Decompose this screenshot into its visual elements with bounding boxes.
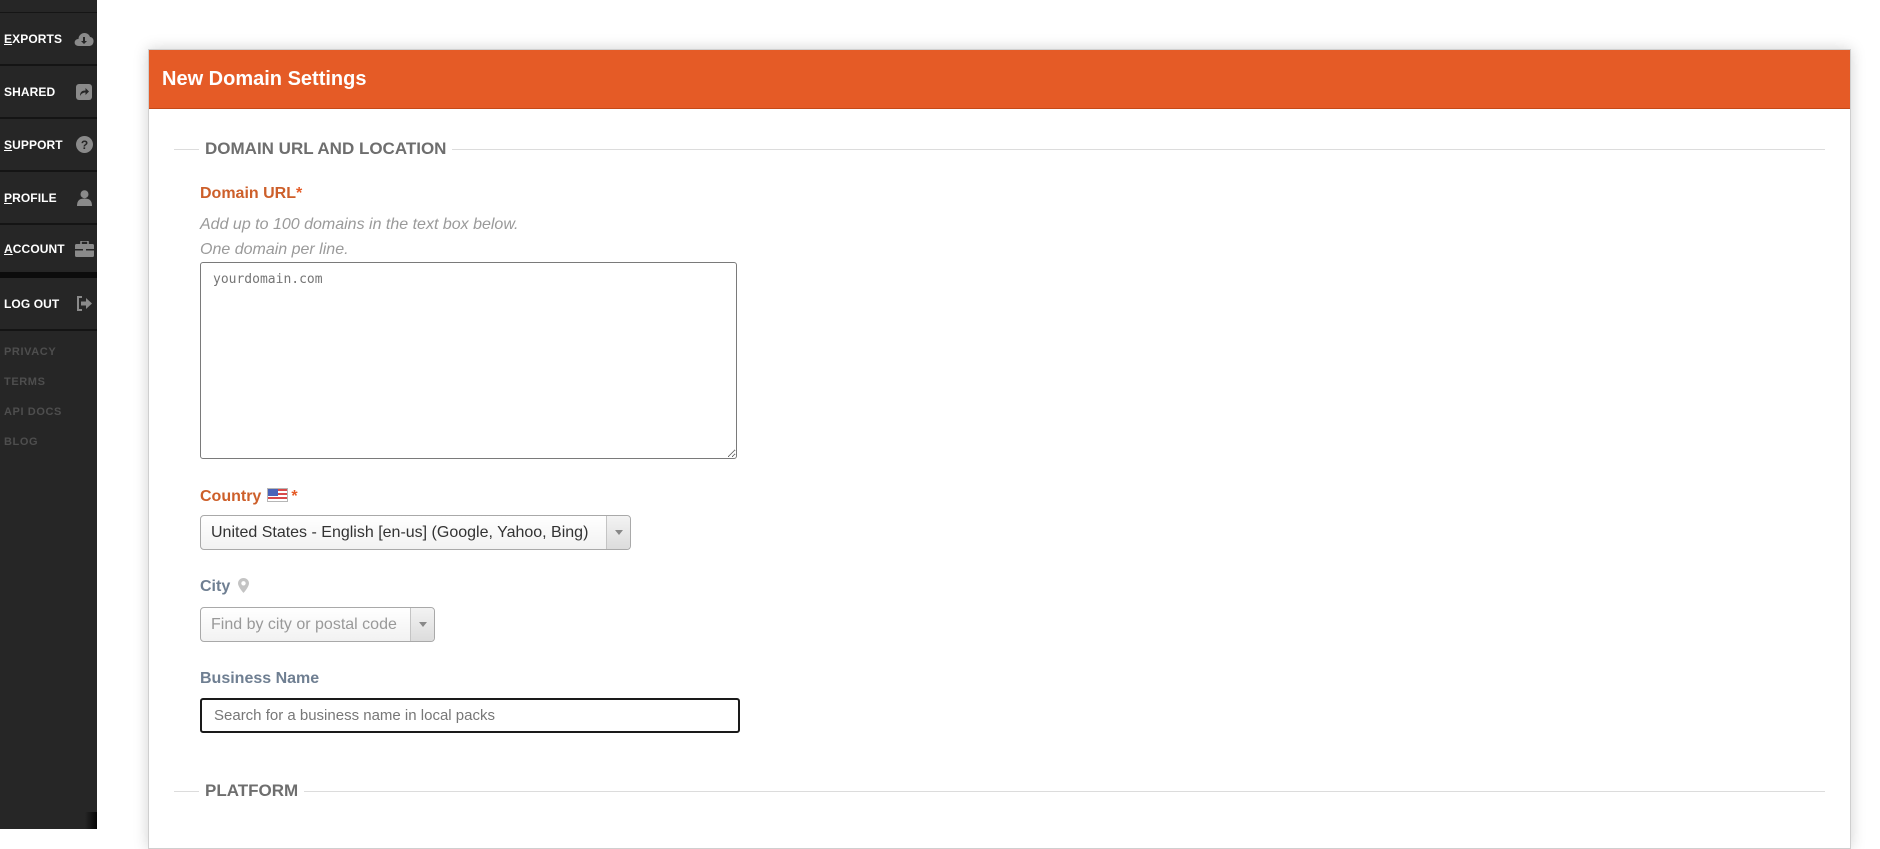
label-text: Domain URL: [200, 185, 296, 202]
sidebar-item-label: SHARED: [4, 85, 55, 99]
footer-link-terms[interactable]: TERMS: [0, 367, 97, 397]
domain-form: Domain URL* Add up to 100 domains in the…: [149, 185, 1850, 733]
sidebar-item-log-out[interactable]: LOG OUT: [0, 278, 97, 331]
accesskey-letter: S: [4, 137, 13, 152]
accesskey-letter: E: [4, 31, 13, 46]
sidebar-item-label: SUPPORT: [4, 138, 63, 152]
required-mark: *: [296, 185, 303, 202]
legend-divider: [174, 790, 199, 792]
sidebar-item-shared[interactable]: SHARED: [0, 66, 97, 119]
sidebar: EXPORTS SHARED SUPPORT ? PROFILE ACCOUNT…: [0, 0, 97, 829]
business-name-field: Business Name: [200, 670, 1850, 733]
section-legend-domain: DOMAIN URL AND LOCATION: [174, 139, 1825, 159]
footer-link-blog[interactable]: BLOG: [0, 427, 97, 457]
label-text: Country: [200, 488, 262, 505]
legend-divider: [304, 790, 1825, 792]
required-mark: *: [291, 488, 298, 505]
accesskey-letter: A: [4, 241, 13, 256]
country-selected-value: United States - English [en-us] (Google,…: [211, 523, 589, 541]
sidebar-item-label: EXPORTS: [4, 32, 62, 46]
country-select[interactable]: United States - English [en-us] (Google,…: [200, 515, 631, 550]
sidebar-item-account[interactable]: ACCOUNT: [0, 225, 97, 278]
city-label: City: [200, 578, 1850, 598]
label-rest: SHARED: [4, 84, 56, 99]
domain-url-hint-line1: Add up to 100 domains in the text box be…: [200, 216, 519, 233]
domain-url-textarea[interactable]: [200, 262, 737, 459]
chevron-down-icon[interactable]: [410, 608, 434, 641]
sidebar-item-exports[interactable]: EXPORTS: [0, 13, 97, 66]
accesskey-letter: P: [4, 190, 13, 205]
sidebar-item-label: LOG OUT: [4, 297, 59, 311]
label-rest: UPPORT: [12, 137, 63, 152]
sidebar-item-support[interactable]: SUPPORT ?: [0, 119, 97, 172]
footer-link-privacy[interactable]: PRIVACY: [0, 337, 97, 367]
section-title: DOMAIN URL AND LOCATION: [205, 139, 447, 158]
new-domain-settings-panel: New Domain Settings DOMAIN URL AND LOCAT…: [148, 49, 1851, 849]
city-placeholder: Find by city or postal code: [211, 615, 397, 633]
sidebar-top-strip: [0, 0, 97, 13]
cloud-download-icon: [73, 29, 95, 49]
sign-out-icon: [73, 294, 95, 314]
domain-url-label: Domain URL*: [200, 185, 1850, 203]
sidebar-footer-links: PRIVACY TERMS API DOCS BLOG: [0, 331, 97, 457]
business-name-input[interactable]: [200, 698, 740, 733]
us-flag-icon: [267, 488, 289, 502]
question-circle-icon: ?: [73, 135, 95, 155]
domain-url-hint-line2: One domain per line.: [200, 241, 349, 258]
sidebar-item-label: ACCOUNT: [4, 242, 65, 256]
map-marker-icon: [237, 578, 249, 598]
sidebar-item-profile[interactable]: PROFILE: [0, 172, 97, 225]
label-rest: XPORTS: [12, 31, 63, 46]
svg-text:?: ?: [80, 138, 87, 152]
page-title: New Domain Settings: [162, 67, 367, 90]
sidebar-corner-shadow: [85, 812, 97, 829]
briefcase-icon: [73, 239, 95, 259]
label-rest: LOG OUT: [4, 296, 60, 311]
chevron-down-icon[interactable]: [606, 516, 630, 549]
country-label: Country *: [200, 488, 1850, 506]
label-rest: CCOUNT: [12, 241, 65, 256]
country-field: Country * United States - English [en-us]…: [200, 488, 1850, 550]
user-icon: [73, 188, 95, 208]
business-name-label: Business Name: [200, 670, 320, 687]
share-icon: [73, 82, 95, 102]
sidebar-item-label: PROFILE: [4, 191, 57, 205]
city-field: City Find by city or postal code: [200, 578, 1850, 642]
city-select[interactable]: Find by city or postal code: [200, 607, 435, 642]
legend-divider: [174, 148, 199, 150]
panel-header: New Domain Settings: [149, 50, 1850, 109]
domain-url-field: Domain URL* Add up to 100 domains in the…: [200, 185, 1850, 459]
label-text: City: [200, 578, 231, 595]
section-title: PLATFORM: [205, 781, 299, 800]
label-rest: ROFILE: [12, 190, 57, 205]
section-legend-platform: PLATFORM: [174, 781, 1825, 801]
footer-link-api-docs[interactable]: API DOCS: [0, 397, 97, 427]
legend-divider: [452, 148, 1825, 150]
